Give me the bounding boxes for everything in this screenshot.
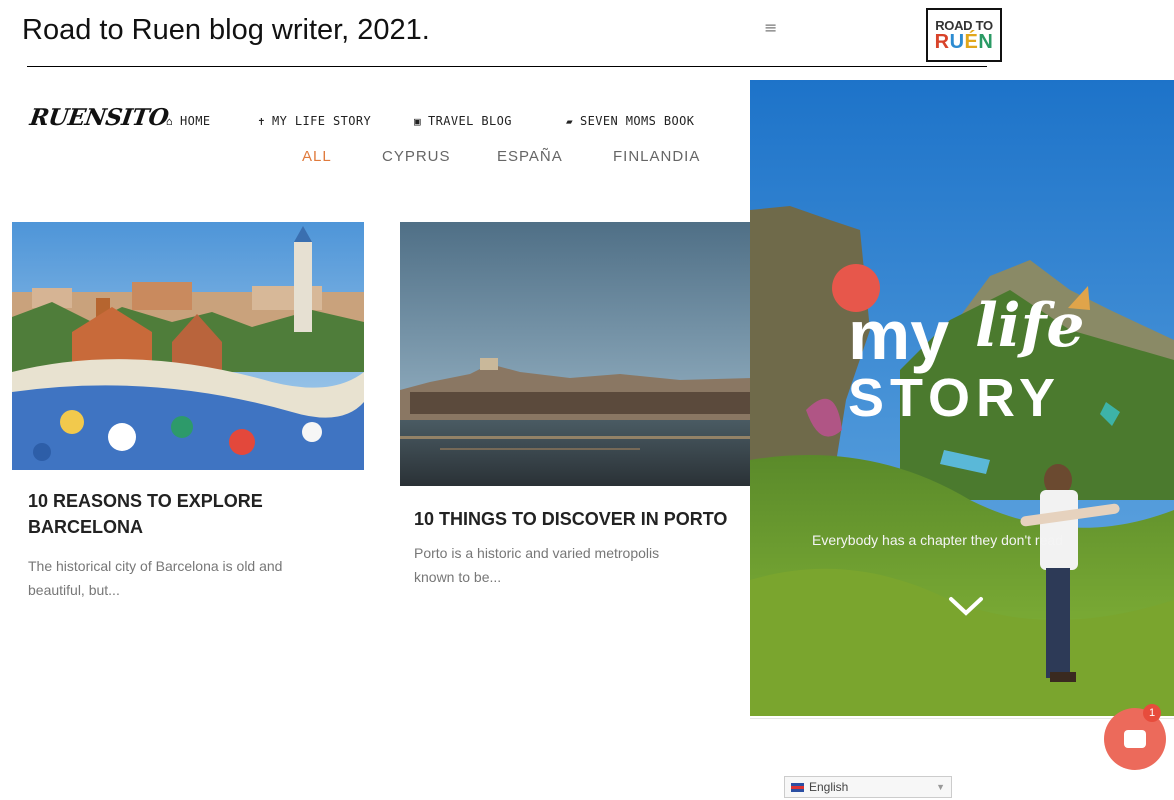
hero-title-life: life <box>975 291 1085 361</box>
post-excerpt-barcelona: The historical city of Barcelona is old … <box>28 558 283 598</box>
slide-title: Road to Ruen blog writer, 2021. <box>22 14 430 46</box>
home-icon: ⌂ <box>166 114 174 128</box>
language-select[interactable]: English ▼ <box>784 776 952 798</box>
uk-flag-icon <box>791 782 804 792</box>
post-title-barcelona[interactable]: 10 REASONS TO EXPLORE BARCELONA <box>28 488 338 540</box>
hamburger-icon[interactable]: ≡ <box>764 20 777 36</box>
post-excerpt-porto: Porto is a historic and varied metropoli… <box>414 545 660 585</box>
nav-home[interactable]: ⌂ HOME <box>166 114 211 128</box>
chevron-down-icon[interactable] <box>948 596 984 620</box>
person-icon: ✝ <box>258 114 266 128</box>
filter-all[interactable]: ALL <box>302 148 332 165</box>
language-label: English <box>809 780 849 794</box>
nav-label: SEVEN MOMS BOOK <box>580 114 695 128</box>
hero-title-my: my <box>848 296 950 374</box>
hero-title-story: STORY <box>848 368 1062 428</box>
site-logo[interactable]: RUENSITO <box>28 104 170 131</box>
chevron-down-icon: ▼ <box>936 782 945 792</box>
nav-label: TRAVEL BLOG <box>428 114 512 128</box>
logo-line2: RUÉN <box>934 30 994 53</box>
nav-travel-blog[interactable]: ▣ TRAVEL BLOG <box>414 114 512 128</box>
nav-label: HOME <box>180 114 211 128</box>
road-to-ruen-logo: ROAD TO RUÉN <box>926 8 1002 62</box>
post-image-porto[interactable] <box>400 222 752 486</box>
nav-label: MY LIFE STORY <box>272 114 372 128</box>
post-title-porto[interactable]: 10 THINGS TO DISCOVER IN PORTO <box>414 506 744 532</box>
chat-icon <box>1124 730 1146 748</box>
nav-my-life-story[interactable]: ✝ MY LIFE STORY <box>258 114 371 128</box>
post-image-barcelona[interactable] <box>12 222 364 470</box>
chat-badge: 1 <box>1143 704 1161 722</box>
title-divider <box>27 66 987 67</box>
hero-tagline: Everybody has a chapter they don't read <box>812 532 1063 548</box>
book-icon: ▰ <box>566 114 574 128</box>
nav-seven-moms-book[interactable]: ▰ SEVEN MOMS BOOK <box>566 114 694 128</box>
filter-finlandia[interactable]: FINLANDIA <box>613 148 700 165</box>
filter-cyprus[interactable]: CYPRUS <box>382 148 451 165</box>
filter-espana[interactable]: ESPAÑA <box>497 148 563 165</box>
bus-icon: ▣ <box>414 114 422 128</box>
